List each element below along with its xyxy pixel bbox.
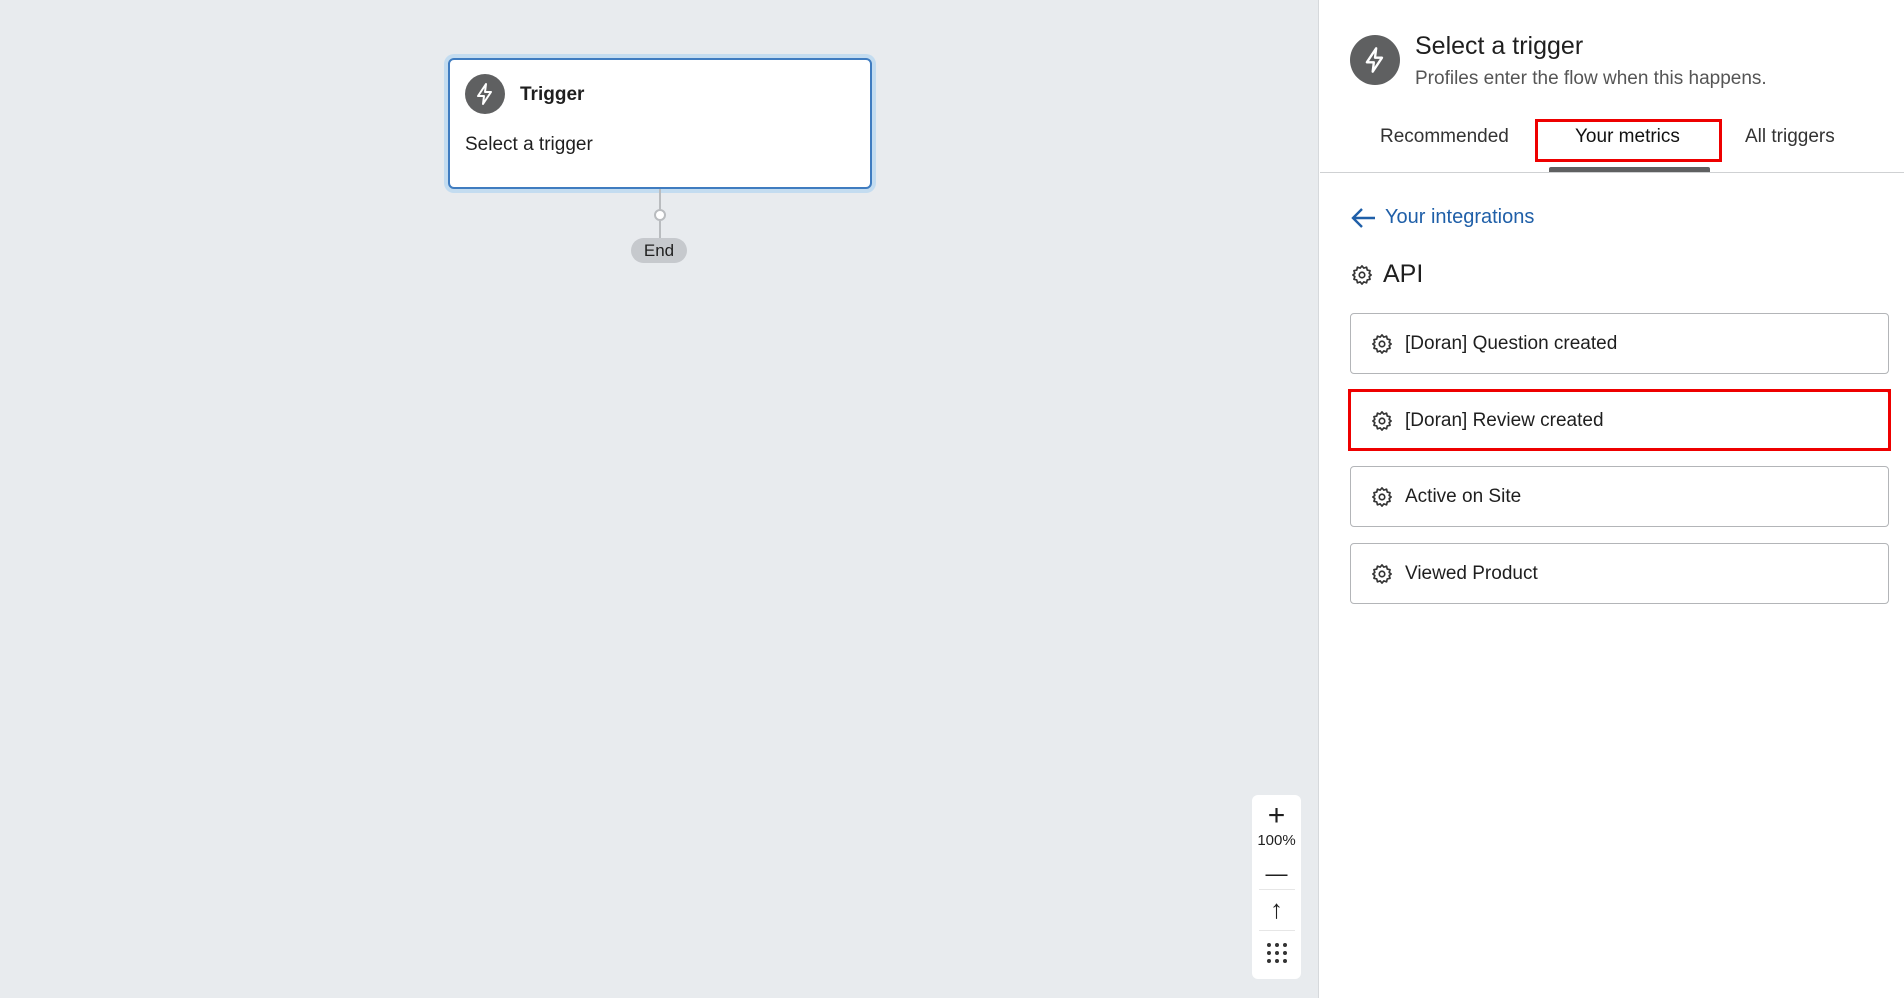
panel-title: Select a trigger <box>1415 32 1584 60</box>
section-title: API <box>1383 260 1424 288</box>
lightning-icon <box>1350 35 1400 85</box>
metric-label: [Doran] Question created <box>1405 332 1618 354</box>
flow-canvas[interactable]: Trigger Select a trigger End + 100% — ↑ <box>0 0 1319 998</box>
gear-icon <box>1371 486 1393 508</box>
gear-icon <box>1371 333 1393 355</box>
metric-label: Active on Site <box>1405 485 1522 507</box>
arrow-up-icon[interactable]: ↑ <box>1270 890 1283 930</box>
zoom-out-button[interactable]: — <box>1266 853 1288 889</box>
gear-icon <box>1371 563 1393 585</box>
zoom-level: 100% <box>1257 832 1296 849</box>
trigger-side-panel: Select a trigger Profiles enter the flow… <box>1320 0 1904 998</box>
metric-label: Viewed Product <box>1405 562 1538 584</box>
tab-recommended[interactable]: Recommended <box>1380 126 1509 148</box>
active-tab-indicator <box>1549 167 1710 172</box>
connector-line <box>659 189 661 210</box>
tab-all-triggers[interactable]: All triggers <box>1745 126 1835 148</box>
back-link-label: Your integrations <box>1385 206 1535 228</box>
lightning-icon <box>465 74 505 114</box>
metric-item[interactable]: [Doran] Question created <box>1350 313 1889 374</box>
back-to-integrations-link[interactable]: Your integrations <box>1351 206 1534 229</box>
trigger-node-title: Trigger <box>520 84 585 105</box>
trigger-node-subtitle: Select a trigger <box>465 134 593 155</box>
highlight-box <box>1348 389 1891 451</box>
zoom-in-button[interactable]: + <box>1268 795 1286 831</box>
zoom-controls: + 100% — ↑ <box>1252 795 1301 979</box>
metric-item[interactable]: Viewed Product <box>1350 543 1889 604</box>
trigger-tabs: Recommended Your metrics All triggers <box>1320 118 1904 173</box>
trigger-node-card[interactable]: Trigger Select a trigger <box>448 58 872 189</box>
panel-subtitle: Profiles enter the flow when this happen… <box>1415 68 1767 89</box>
add-step-dot[interactable] <box>654 209 666 221</box>
metric-item[interactable]: Active on Site <box>1350 466 1889 527</box>
highlight-box <box>1535 119 1722 162</box>
section-heading: API <box>1351 260 1423 289</box>
arrow-left-icon <box>1351 207 1375 228</box>
end-node: End <box>631 238 687 263</box>
connector-line <box>659 221 661 239</box>
grid-dots-icon[interactable] <box>1265 931 1289 970</box>
gear-icon <box>1351 264 1373 286</box>
